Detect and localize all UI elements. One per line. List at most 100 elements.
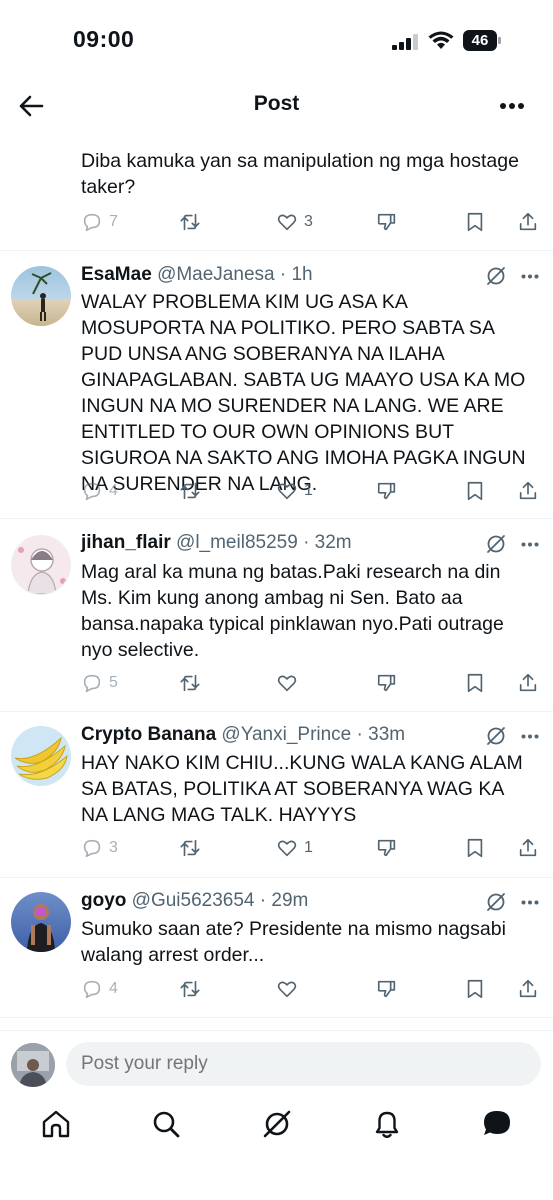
bookmark-icon bbox=[467, 481, 483, 501]
heart-icon bbox=[277, 840, 297, 857]
dislike-button[interactable] bbox=[376, 833, 398, 863]
bookmark-icon bbox=[467, 979, 483, 999]
share-button[interactable] bbox=[517, 833, 539, 863]
action-bar: 5 bbox=[81, 668, 541, 698]
dislike-button[interactable] bbox=[376, 207, 398, 237]
repost-button[interactable] bbox=[179, 668, 201, 698]
reply-button[interactable]: 4 bbox=[81, 974, 118, 1004]
dislike-button[interactable] bbox=[376, 476, 398, 506]
share-icon bbox=[519, 673, 537, 692]
bookmark-icon bbox=[467, 673, 483, 693]
avatar[interactable] bbox=[11, 726, 71, 786]
bookmark-button[interactable] bbox=[464, 833, 486, 863]
repost-button[interactable] bbox=[179, 833, 201, 863]
share-icon bbox=[519, 481, 537, 500]
notifications-icon[interactable] bbox=[371, 1108, 403, 1140]
messages-icon[interactable] bbox=[481, 1108, 513, 1140]
grok-icon[interactable] bbox=[485, 891, 507, 913]
bookmark-button[interactable] bbox=[464, 207, 486, 237]
dislike-icon bbox=[377, 980, 396, 998]
reply-tweet[interactable]: EsaMae @MaeJanesa · 1h WALAY PROBLEMA KI… bbox=[0, 264, 553, 518]
more-icon[interactable] bbox=[499, 102, 525, 110]
reply-tweet[interactable]: goyo @Gui5623654 · 29m Sumuko saan ate? … bbox=[0, 890, 553, 1016]
reply-input[interactable] bbox=[66, 1042, 541, 1086]
battery-icon: 46 bbox=[463, 30, 501, 51]
like-count: 1 bbox=[304, 839, 313, 856]
page-title: Post bbox=[253, 92, 300, 115]
more-options-icon[interactable] bbox=[521, 542, 539, 547]
repost-button[interactable] bbox=[179, 974, 201, 1004]
bookmark-icon bbox=[467, 838, 483, 858]
display-name[interactable]: EsaMae bbox=[81, 264, 152, 285]
heart-icon bbox=[277, 981, 297, 998]
signal-icon bbox=[392, 34, 418, 50]
user-handle[interactable]: @Yanxi_Prince bbox=[221, 724, 351, 745]
reply-text: HAY NAKO KIM CHIU...KUNG WALA KANG ALAM … bbox=[81, 752, 523, 826]
reply-icon bbox=[83, 839, 101, 858]
user-handle[interactable]: @l_meil85259 bbox=[176, 532, 298, 553]
reply-tweet[interactable]: jihan_flair @l_meil85259 · 32m Mag aral … bbox=[0, 532, 553, 710]
reply-count: 3 bbox=[109, 839, 118, 856]
share-button[interactable] bbox=[517, 207, 539, 237]
more-options-icon[interactable] bbox=[521, 734, 539, 739]
dislike-icon bbox=[377, 213, 396, 231]
wifi-icon bbox=[428, 31, 454, 49]
bookmark-button[interactable] bbox=[464, 974, 486, 1004]
reply-count: 4 bbox=[109, 980, 118, 997]
search-icon[interactable] bbox=[150, 1108, 182, 1140]
status-time: 09:00 bbox=[73, 26, 135, 52]
user-handle[interactable]: @Gui5623654 bbox=[132, 890, 255, 911]
share-button[interactable] bbox=[517, 476, 539, 506]
user-handle[interactable]: @MaeJanesa bbox=[157, 264, 275, 285]
avatar[interactable] bbox=[11, 266, 71, 326]
reply-count: 4 bbox=[109, 482, 118, 499]
dislike-button[interactable] bbox=[376, 668, 398, 698]
share-icon bbox=[519, 979, 537, 998]
repost-button[interactable] bbox=[179, 476, 201, 506]
like-button[interactable] bbox=[276, 974, 298, 1004]
like-button[interactable]: 1 bbox=[276, 476, 313, 506]
repost-icon bbox=[180, 674, 200, 692]
like-button[interactable]: 1 bbox=[276, 833, 313, 863]
more-options-icon[interactable] bbox=[521, 900, 539, 905]
repost-button[interactable] bbox=[179, 207, 201, 237]
tweet-header: EsaMae @MaeJanesa · 1h bbox=[81, 264, 553, 290]
share-button[interactable] bbox=[517, 668, 539, 698]
dislike-icon bbox=[377, 839, 396, 857]
more-options-icon[interactable] bbox=[521, 274, 539, 279]
avatar[interactable] bbox=[11, 892, 71, 952]
action-bar: 4 bbox=[81, 974, 541, 1004]
display-name[interactable]: Crypto Banana bbox=[81, 724, 216, 745]
reply-icon bbox=[83, 980, 101, 999]
reply-button[interactable]: 5 bbox=[81, 668, 118, 698]
my-avatar[interactable] bbox=[11, 1043, 55, 1087]
top-reply[interactable]: Diba kamuka yan sa manipulation ng mga h… bbox=[0, 148, 553, 250]
divider bbox=[0, 877, 553, 878]
reply-button[interactable]: 7 bbox=[81, 207, 118, 237]
reply-button[interactable]: 3 bbox=[81, 833, 118, 863]
post-time: · 33m bbox=[356, 724, 406, 745]
repost-icon bbox=[180, 213, 200, 231]
grok-icon[interactable] bbox=[485, 265, 507, 287]
grok-icon[interactable] bbox=[485, 533, 507, 555]
post-time: · 1h bbox=[279, 264, 313, 285]
share-icon bbox=[519, 838, 537, 857]
reply-tweet[interactable]: Crypto Banana @Yanxi_Prince · 33m HAY NA… bbox=[0, 724, 553, 876]
reply-icon bbox=[83, 482, 101, 501]
post-time: · 32m bbox=[303, 532, 352, 553]
bookmark-button[interactable] bbox=[464, 476, 486, 506]
like-button[interactable]: 3 bbox=[276, 207, 313, 237]
display-name[interactable]: jihan_flair bbox=[81, 532, 171, 553]
repost-icon bbox=[180, 482, 200, 500]
reply-button[interactable]: 4 bbox=[81, 476, 118, 506]
home-icon[interactable] bbox=[40, 1108, 72, 1140]
dislike-button[interactable] bbox=[376, 974, 398, 1004]
avatar[interactable] bbox=[11, 535, 71, 595]
grok-icon[interactable] bbox=[261, 1108, 293, 1140]
divider bbox=[0, 711, 553, 712]
grok-icon[interactable] bbox=[485, 725, 507, 747]
like-button[interactable] bbox=[276, 668, 298, 698]
display-name[interactable]: goyo bbox=[81, 890, 126, 911]
share-button[interactable] bbox=[517, 974, 539, 1004]
bookmark-button[interactable] bbox=[464, 668, 486, 698]
